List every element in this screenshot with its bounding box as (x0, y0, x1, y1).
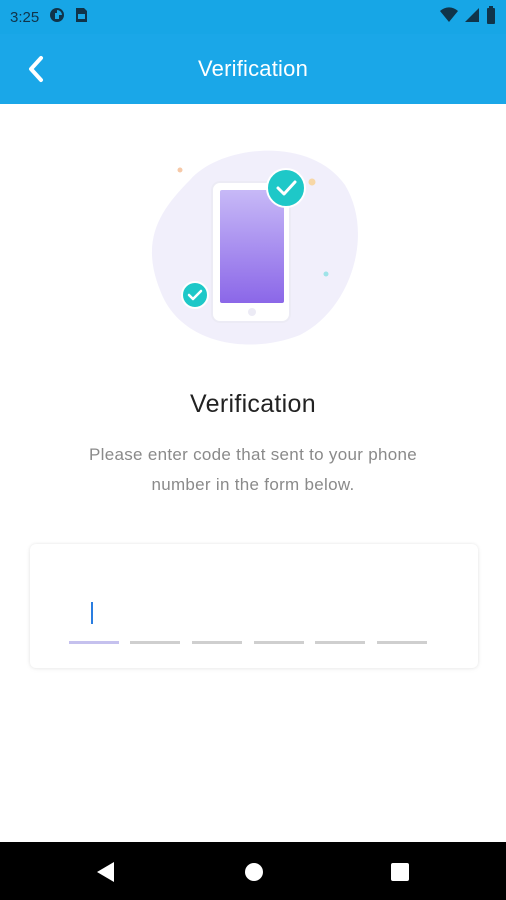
verification-description: Please enter code that sent to your phon… (40, 440, 466, 500)
verification-illustration (150, 140, 360, 350)
code-digit-input-4[interactable] (254, 596, 304, 644)
nav-home-button[interactable] (242, 860, 266, 884)
home-circle-icon (245, 863, 263, 881)
code-digit-input-5[interactable] (315, 596, 365, 644)
data-saver-icon (49, 7, 65, 27)
verification-heading: Verification (190, 390, 316, 418)
signal-icon (464, 7, 480, 27)
back-button[interactable] (22, 54, 52, 84)
code-digit-input-6[interactable] (377, 596, 427, 644)
wifi-icon (440, 7, 458, 27)
system-nav-bar (0, 842, 506, 900)
status-bar: 3:25 (0, 0, 506, 34)
description-line-1: Please enter code that sent to your phon… (89, 445, 417, 464)
check-circle-icon (266, 168, 306, 208)
recents-square-icon (391, 863, 409, 881)
code-digit-input-2[interactable] (130, 596, 180, 644)
text-cursor (91, 602, 93, 624)
check-circle-icon (181, 281, 209, 309)
page-title: Verification (197, 56, 308, 81)
code-input-card (30, 544, 478, 668)
sim-card-icon (75, 7, 88, 27)
description-line-2: number in the form below. (151, 475, 355, 494)
back-triangle-icon (97, 862, 114, 882)
battery-icon (486, 6, 496, 28)
code-digit-input-3[interactable] (192, 596, 242, 644)
nav-back-button[interactable] (94, 860, 118, 884)
app-bar: Verification (0, 34, 506, 104)
status-time: 3:25 (10, 8, 40, 26)
chevron-left-icon (29, 56, 43, 82)
code-digit-input-1[interactable] (69, 596, 119, 644)
nav-recents-button[interactable] (388, 860, 412, 884)
